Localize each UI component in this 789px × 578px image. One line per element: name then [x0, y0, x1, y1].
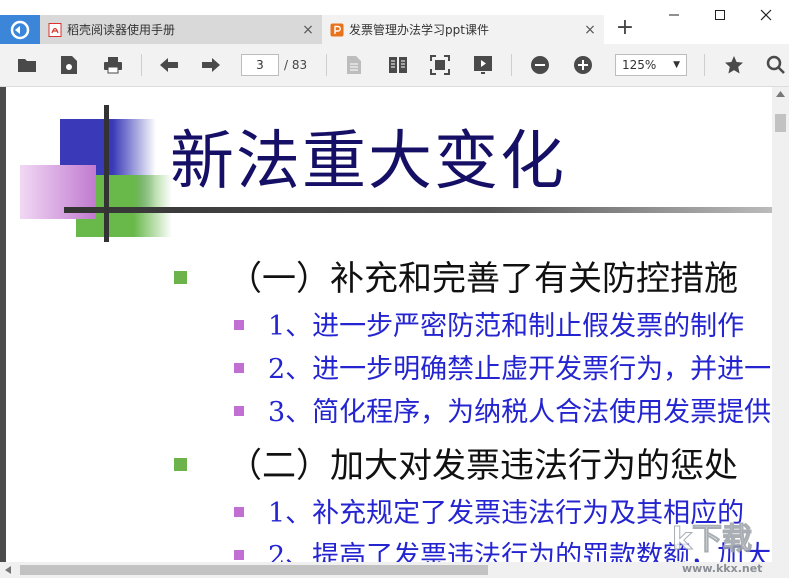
- toolbar-separator: [326, 54, 327, 76]
- zoom-in-button[interactable]: [570, 52, 596, 78]
- single-page-icon: [347, 56, 361, 74]
- bullet-square: [234, 363, 244, 373]
- chevron-down-icon: ▼: [673, 60, 680, 70]
- double-page-button[interactable]: [385, 52, 411, 78]
- open-file-button[interactable]: [14, 52, 40, 78]
- minimize-button[interactable]: [651, 0, 697, 30]
- search-button[interactable]: [763, 52, 789, 78]
- arrow-left-icon: [160, 58, 178, 72]
- tab-invoice-ppt[interactable]: 发票管理办法学习ppt课件 ×: [322, 15, 604, 44]
- bookmark-button[interactable]: [721, 52, 747, 78]
- prev-page-button[interactable]: [156, 52, 182, 78]
- minimize-icon: [669, 14, 679, 16]
- search-icon: [766, 55, 785, 74]
- close-window-button[interactable]: [743, 0, 789, 30]
- play-screen-icon: [474, 56, 492, 74]
- arrow-right-icon: [202, 58, 220, 72]
- slide-item-level2: 1、进一步严密防范和制止假发票的制作: [268, 311, 745, 342]
- single-page-button[interactable]: [341, 52, 367, 78]
- bullet-square: [174, 458, 187, 471]
- slide-item-level2: 2、进一步明确禁止虚开发票行为，并进一步: [268, 354, 772, 385]
- fit-screen-icon: [430, 55, 450, 75]
- horizontal-scroll-thumb[interactable]: [20, 565, 488, 575]
- title-bar: 稻壳阅读器使用手册 × 发票管理办法学习ppt课件 × +: [0, 0, 789, 44]
- app-logo[interactable]: [0, 15, 40, 44]
- slide-item-level2: 3、简化程序，为纳税人合法使用发票提供: [268, 397, 772, 428]
- bullet-square: [234, 550, 244, 560]
- vertical-scroll-thumb[interactable]: [775, 114, 786, 132]
- fit-page-button[interactable]: [427, 52, 453, 78]
- double-page-icon: [389, 57, 407, 73]
- deco-horizontal-line: [64, 207, 772, 213]
- zoom-select[interactable]: 125% ▼: [615, 54, 687, 76]
- new-tab-button[interactable]: +: [612, 16, 638, 42]
- zoom-in-icon: [574, 56, 592, 74]
- site-watermark: k下载 www.kkx.net: [660, 510, 770, 576]
- close-tab-icon[interactable]: ×: [582, 22, 598, 38]
- pdf-icon: [48, 22, 62, 37]
- toolbar: 3 / 83 125% ▼: [0, 44, 789, 87]
- cloud-save-button[interactable]: [56, 52, 82, 78]
- slide-item-level1: （一）补充和完善了有关防控措施: [228, 259, 738, 299]
- tab-label: 稻壳阅读器使用手册: [67, 23, 176, 37]
- toolbar-separator: [141, 54, 142, 76]
- bullet-square: [174, 271, 187, 284]
- scroll-up-icon[interactable]: [776, 91, 785, 97]
- scroll-left-icon[interactable]: [5, 566, 11, 574]
- toolbar-separator: [511, 54, 512, 76]
- ppt-icon: [330, 23, 344, 36]
- printer-icon: [104, 57, 122, 74]
- maximize-icon: [715, 10, 725, 20]
- tab-user-manual[interactable]: 稻壳阅读器使用手册 ×: [40, 15, 322, 44]
- slideshow-button[interactable]: [470, 52, 496, 78]
- close-tab-icon[interactable]: ×: [300, 22, 316, 38]
- page-total: / 83: [284, 58, 308, 72]
- bullet-square: [234, 507, 244, 517]
- zoom-out-button[interactable]: [527, 52, 553, 78]
- star-icon: [725, 56, 743, 74]
- document-viewport[interactable]: 新法重大变化 （一）补充和完善了有关防控措施 1、进一步严密防范和制止假发票的制…: [0, 87, 772, 562]
- deco-vertical-line: [104, 105, 109, 242]
- bullet-square: [234, 406, 244, 416]
- zoom-value: 125%: [622, 58, 657, 72]
- slide-item-level1: （二）加大对发票违法行为的惩处: [228, 446, 738, 486]
- cloud-doc-icon: [61, 56, 77, 74]
- watermark-logo-text: k下载: [672, 522, 753, 558]
- print-button[interactable]: [100, 52, 126, 78]
- watermark-url: www.kkx.net: [682, 562, 763, 575]
- slide-title: 新法重大变化: [170, 125, 566, 199]
- zoom-out-icon: [531, 56, 549, 74]
- bullet-square: [234, 320, 244, 330]
- toolbar-separator: [704, 54, 705, 76]
- docer-logo-icon: [10, 20, 30, 39]
- next-page-button[interactable]: [198, 52, 224, 78]
- close-icon: [760, 9, 772, 21]
- vertical-scrollbar[interactable]: [772, 87, 789, 562]
- tab-label: 发票管理办法学习ppt课件: [349, 23, 489, 37]
- folder-icon: [18, 59, 36, 72]
- page-number-input[interactable]: 3: [241, 54, 279, 76]
- maximize-button[interactable]: [697, 0, 743, 30]
